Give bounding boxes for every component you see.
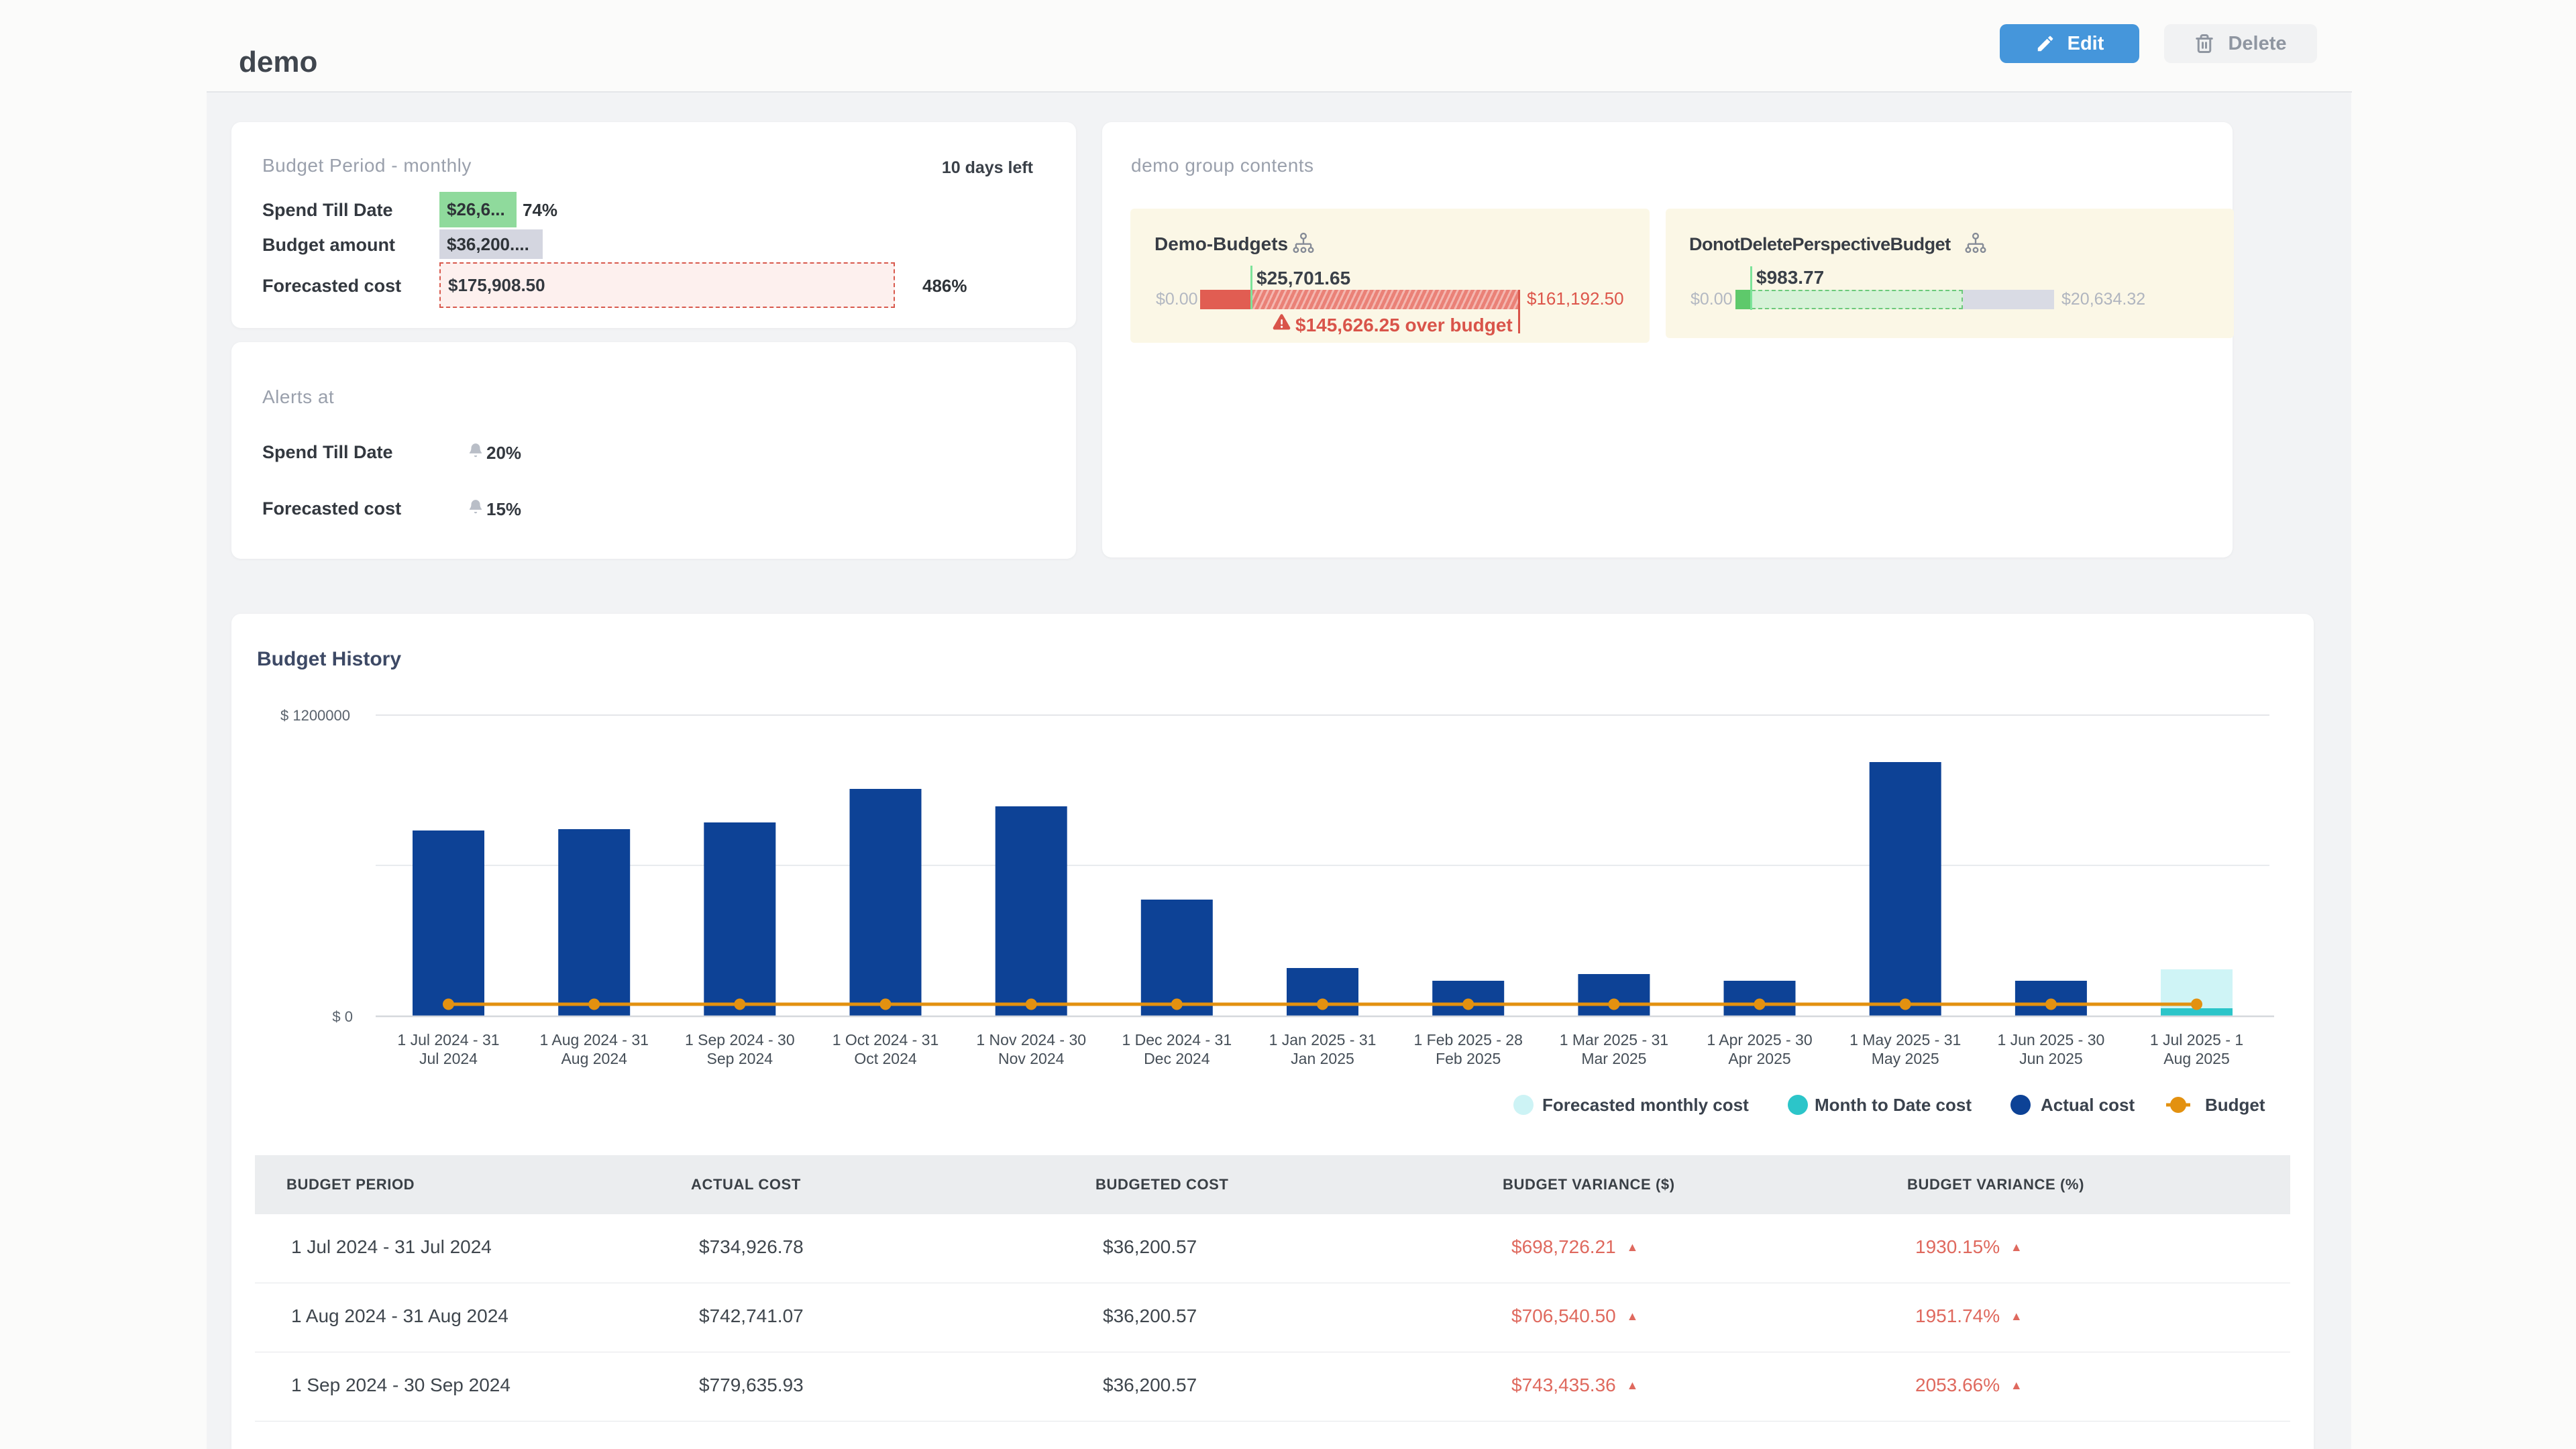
svg-text:Dec 2024: Dec 2024: [1144, 1050, 1210, 1067]
svg-text:1 Aug 2024 - 31: 1 Aug 2024 - 31: [539, 1031, 648, 1049]
svg-text:1 Jul 2025 - 1: 1 Jul 2025 - 1: [2150, 1031, 2243, 1049]
svg-text:Apr 2025: Apr 2025: [1728, 1050, 1790, 1067]
svg-text:Jul 2024: Jul 2024: [419, 1050, 478, 1067]
svg-text:1 Dec 2024 - 31: 1 Dec 2024 - 31: [1122, 1031, 1232, 1049]
svg-text:Mar 2025: Mar 2025: [1581, 1050, 1646, 1067]
svg-text:1 Feb 2025 - 28: 1 Feb 2025 - 28: [1413, 1031, 1522, 1049]
svg-text:1 Oct 2024 - 31: 1 Oct 2024 - 31: [833, 1031, 939, 1049]
svg-text:Jan 2025: Jan 2025: [1291, 1050, 1354, 1067]
svg-text:Nov 2024: Nov 2024: [998, 1050, 1065, 1067]
svg-text:May 2025: May 2025: [1872, 1050, 1939, 1067]
svg-text:$ 0: $ 0: [332, 1008, 353, 1025]
svg-text:Feb 2025: Feb 2025: [1436, 1050, 1501, 1067]
svg-text:Month to Date cost: Month to Date cost: [1815, 1095, 1972, 1115]
svg-text:1 Sep 2024 - 30: 1 Sep 2024 - 30: [685, 1031, 795, 1049]
svg-text:1 Apr 2025 - 30: 1 Apr 2025 - 30: [1707, 1031, 1812, 1049]
svg-text:Budget: Budget: [2205, 1095, 2265, 1115]
svg-text:Actual cost: Actual cost: [2041, 1095, 2135, 1115]
svg-text:1 Mar 2025 - 31: 1 Mar 2025 - 31: [1560, 1031, 1668, 1049]
svg-text:Sep 2024: Sep 2024: [707, 1050, 773, 1067]
svg-text:1 May 2025 - 31: 1 May 2025 - 31: [1849, 1031, 1961, 1049]
svg-text:1 Jul 2024 - 31: 1 Jul 2024 - 31: [397, 1031, 499, 1049]
svg-text:Jun 2025: Jun 2025: [2019, 1050, 2083, 1067]
svg-text:1 Jan 2025 - 31: 1 Jan 2025 - 31: [1269, 1031, 1377, 1049]
svg-text:$ 1200000: $ 1200000: [280, 707, 350, 724]
svg-text:1 Nov 2024 - 30: 1 Nov 2024 - 30: [976, 1031, 1086, 1049]
svg-text:Oct 2024: Oct 2024: [854, 1050, 917, 1067]
svg-text:Aug 2025: Aug 2025: [2163, 1050, 2229, 1067]
svg-text:Forecasted monthly cost: Forecasted monthly cost: [1542, 1095, 1749, 1115]
svg-text:Aug 2024: Aug 2024: [561, 1050, 627, 1067]
svg-text:1 Jun 2025 - 30: 1 Jun 2025 - 30: [1997, 1031, 2104, 1049]
